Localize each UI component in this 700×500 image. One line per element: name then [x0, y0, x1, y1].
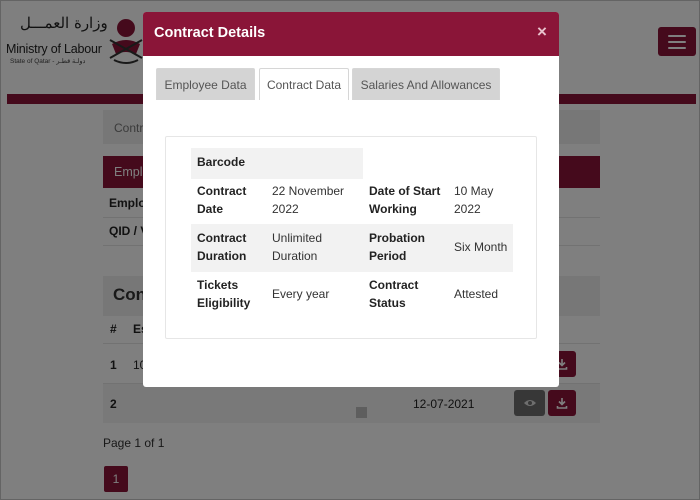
probation-period-label: Probation Period: [369, 231, 425, 263]
contract-details-modal: Contract Details × Employee Data Contrac…: [143, 12, 559, 387]
contract-duration-label: Contract Duration: [197, 231, 247, 263]
contract-date-label: Contract Date: [197, 184, 247, 216]
contract-date-value: 22 November 2022: [272, 184, 345, 216]
tickets-eligibility-value: Every year: [272, 287, 330, 301]
close-icon[interactable]: ×: [537, 22, 547, 42]
probation-period-value: Six Month: [454, 240, 508, 254]
modal-title: Contract Details: [154, 25, 266, 41]
start-working-date-value: 10 May 2022: [454, 184, 494, 216]
tab-contract-data[interactable]: Contract Data: [259, 68, 349, 100]
contract-data-panel: Barcode Contract Date 22 November 2022 D…: [165, 136, 537, 339]
tab-salaries-and-allowances[interactable]: Salaries And Allowances: [352, 68, 500, 100]
modal-header: Contract Details ×: [143, 12, 559, 56]
start-working-date-label: Date of Start Working: [369, 184, 441, 216]
tab-employee-data[interactable]: Employee Data: [156, 68, 255, 100]
contract-status-value: Attested: [454, 287, 499, 301]
contract-status-label: Contract Status: [369, 278, 419, 310]
barcode-label: Barcode: [197, 155, 246, 169]
contract-duration-value: Unlimited Duration: [272, 231, 323, 263]
tickets-eligibility-label: Tickets Eligibility: [197, 278, 251, 310]
